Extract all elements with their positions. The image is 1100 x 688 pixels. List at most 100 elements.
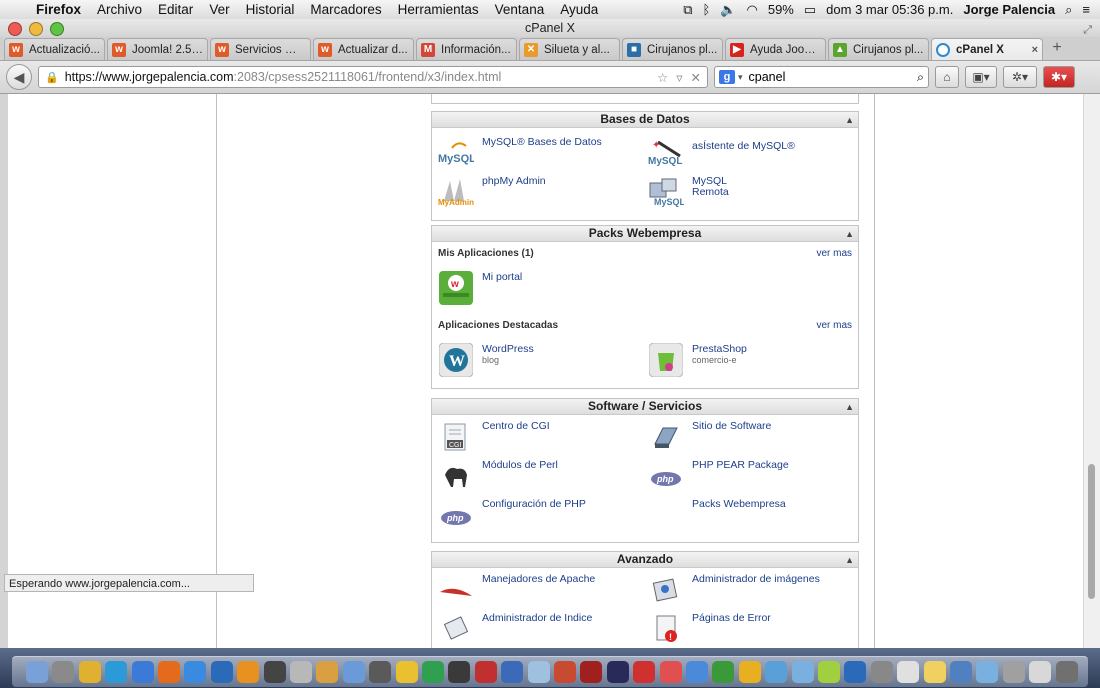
fullscreen-icon[interactable]: ⤢ xyxy=(1083,21,1092,39)
zoom-window-button[interactable] xyxy=(50,22,64,36)
menu-ver[interactable]: Ver xyxy=(209,2,229,17)
collapse-icon[interactable]: ▲ xyxy=(845,553,854,568)
panel-header[interactable]: Packs Webempresa ▲ xyxy=(432,226,858,242)
dropdown-icon[interactable]: ▿ xyxy=(676,70,682,85)
lock-icon[interactable]: 🔒 xyxy=(45,71,59,84)
dock-app-icon[interactable] xyxy=(210,661,233,683)
new-tab-button[interactable]: + xyxy=(1045,38,1069,60)
menu-herramientas[interactable]: Herramientas xyxy=(398,2,479,17)
bluetooth-icon[interactable]: ᛒ xyxy=(703,2,711,17)
item-image-manager[interactable]: Administrador de imágenes xyxy=(648,574,820,606)
dock-app-icon[interactable] xyxy=(395,661,418,683)
item-packs-webempresa[interactable]: Packs Webempresa xyxy=(648,499,786,531)
dock-app-icon[interactable] xyxy=(686,661,708,683)
item-php-pear[interactable]: php PHP PEAR Package xyxy=(648,460,789,492)
panel-header[interactable]: Software / Servicios ▲ xyxy=(432,399,858,415)
dock-app-icon[interactable] xyxy=(527,661,550,683)
dock-app-icon[interactable] xyxy=(950,661,972,683)
item-mysql-wizard[interactable]: MySQL ✦ asÍstente de MySQL® xyxy=(648,137,795,169)
dock-app-icon[interactable] xyxy=(923,661,946,683)
bookmark-star-icon[interactable]: ☆ xyxy=(657,70,668,85)
search-icon[interactable]: ⌕ xyxy=(917,70,924,85)
dock-app-icon[interactable] xyxy=(633,661,656,683)
minimize-window-button[interactable] xyxy=(29,22,43,36)
dock-app-icon[interactable] xyxy=(474,661,497,683)
dock-app-icon[interactable] xyxy=(158,661,180,683)
vertical-scrollbar[interactable] xyxy=(1083,94,1100,648)
tab[interactable]: w Servicios We... xyxy=(210,38,311,60)
dock-app-icon[interactable] xyxy=(765,661,788,683)
dock-app-icon[interactable] xyxy=(263,661,286,683)
dock-app-icon[interactable] xyxy=(870,661,893,683)
dock-app-icon[interactable] xyxy=(738,661,761,683)
dock-app-icon[interactable] xyxy=(791,661,814,683)
tab[interactable]: w Joomla! 2.5 ... xyxy=(107,38,208,60)
collapse-icon[interactable]: ▲ xyxy=(845,400,854,415)
item-wordpress[interactable]: W WordPress blog xyxy=(438,343,534,377)
close-window-button[interactable] xyxy=(8,22,22,36)
dock-app-icon[interactable] xyxy=(844,661,867,683)
dock-app-icon[interactable] xyxy=(712,661,735,683)
dock-app-icon[interactable] xyxy=(659,661,682,683)
dock-app-icon[interactable] xyxy=(52,661,75,683)
menu-historial[interactable]: Historial xyxy=(246,2,295,17)
dock-app-icon[interactable] xyxy=(369,661,392,683)
item-perl-modules[interactable]: Módulos de Perl xyxy=(438,460,558,492)
scrollbar-thumb[interactable] xyxy=(1088,464,1095,599)
item-cgi-center[interactable]: CGI Centro de CGI xyxy=(438,421,550,453)
dock-app-icon[interactable] xyxy=(448,661,471,683)
dock-app-icon[interactable] xyxy=(342,661,365,683)
item-software-site[interactable]: Sitio de Software xyxy=(648,421,771,453)
item-phpmyadmin[interactable]: MyAdmin phpMy Admin xyxy=(438,176,546,208)
dock-app-icon[interactable] xyxy=(237,661,260,683)
volume-icon[interactable]: 🔈 xyxy=(720,2,736,18)
bookmarks-button[interactable]: ▣▾ xyxy=(965,66,997,88)
stop-icon[interactable]: ✕ xyxy=(691,70,701,85)
dock-app-icon[interactable] xyxy=(105,661,128,683)
user-name[interactable]: Jorge Palencia xyxy=(963,2,1055,17)
dock-app-icon[interactable] xyxy=(422,661,444,683)
tab[interactable]: w Actualizar d... xyxy=(313,38,414,60)
menu-archivo[interactable]: Archivo xyxy=(97,2,142,17)
item-index-manager[interactable]: Administrador de Indice xyxy=(438,613,592,645)
search-bar[interactable]: g ▾ cpanel ⌕ xyxy=(714,66,929,88)
tab-cpanel[interactable]: cPanel X × xyxy=(931,38,1043,60)
dock-app-icon[interactable] xyxy=(606,661,629,683)
item-prestashop[interactable]: PrestaShop comercio-e xyxy=(648,343,747,377)
close-tab-icon[interactable]: × xyxy=(1032,44,1038,56)
tab[interactable]: ✕ Silueta y al... xyxy=(519,38,620,60)
home-button[interactable]: ⌂ xyxy=(935,66,959,88)
collapse-icon[interactable]: ▲ xyxy=(845,227,854,242)
tab[interactable]: ■ Cirujanos pl... xyxy=(622,38,723,60)
dock-app-icon[interactable] xyxy=(1002,661,1025,683)
ver-mas-link[interactable]: ver mas xyxy=(816,248,852,262)
dock-app-icon[interactable] xyxy=(976,661,999,683)
item-mi-portal[interactable]: w Mi portal xyxy=(438,271,522,305)
dock-app-icon[interactable] xyxy=(78,661,101,683)
wifi-icon[interactable]: ◠ xyxy=(747,2,758,18)
tab[interactable]: M Información... xyxy=(416,38,517,60)
dock-app-icon[interactable] xyxy=(554,661,576,683)
dock-app-icon[interactable] xyxy=(580,661,603,683)
spotlight-icon[interactable]: ⌕ xyxy=(1065,2,1072,18)
tab[interactable]: ▲ Cirujanos pl... xyxy=(828,38,929,60)
dock-app-icon[interactable] xyxy=(184,661,207,683)
dock-app-icon[interactable] xyxy=(501,661,524,683)
dock-app-icon[interactable] xyxy=(290,661,312,683)
url-bar[interactable]: 🔒 https://www.jorgepalencia.com :2083/cp… xyxy=(38,66,708,88)
google-icon[interactable]: g xyxy=(719,70,735,84)
collapse-icon[interactable]: ▲ xyxy=(845,113,854,128)
tab[interactable]: w Actualizació... xyxy=(4,38,105,60)
menu-app-firefox[interactable]: Firefox xyxy=(36,2,81,17)
battery-percent[interactable]: 59% xyxy=(768,2,794,17)
dock-app-icon[interactable] xyxy=(1055,661,1078,683)
panel-header[interactable]: Bases de Datos ▲ xyxy=(432,112,858,128)
panel-header[interactable]: Avanzado ▲ xyxy=(432,552,858,568)
item-error-pages[interactable]: ! Páginas de Error xyxy=(648,613,771,645)
back-button[interactable]: ◀ xyxy=(6,64,32,90)
clock[interactable]: dom 3 mar 05:36 p.m. xyxy=(826,2,953,17)
display-icon[interactable]: ⧉ xyxy=(683,2,692,18)
item-apache-handlers[interactable]: Manejadores de Apache xyxy=(438,574,595,606)
menu-editar[interactable]: Editar xyxy=(158,2,193,17)
item-mysql-databases[interactable]: MySQL MySQL® Bases de Datos xyxy=(438,137,602,169)
